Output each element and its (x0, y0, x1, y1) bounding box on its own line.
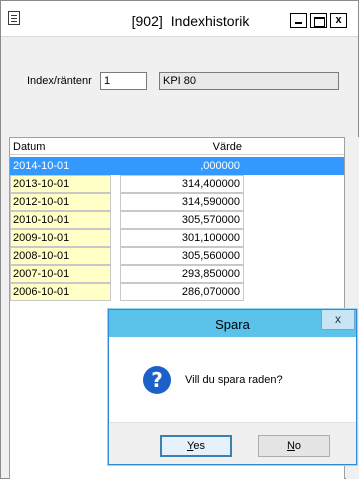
value-cell[interactable]: 286,070000 (120, 283, 244, 301)
date-cell[interactable]: 2007-10-01 (10, 265, 111, 283)
yes-label: es (193, 440, 205, 452)
no-button[interactable]: No (258, 435, 330, 457)
window-code: [902] (131, 13, 163, 29)
date-cell[interactable]: 2013-10-01 (10, 175, 111, 193)
table-row[interactable]: 2006-10-01 286,070000 (10, 283, 344, 301)
date-cell[interactable]: 2008-10-01 (10, 247, 111, 265)
value-cell[interactable]: 305,570000 (120, 211, 244, 229)
value-cell[interactable]: 314,400000 (120, 175, 244, 193)
index-number-input[interactable] (100, 72, 147, 90)
index-name-field: KPI 80 (159, 72, 339, 90)
yes-button[interactable]: Yes (160, 435, 232, 457)
window-title-text: Indexhistorik (170, 13, 250, 29)
table-row[interactable]: 2007-10-01 293,850000 (10, 265, 344, 283)
value-cell[interactable]: 301,100000 (120, 229, 244, 247)
maximize-button[interactable] (310, 13, 327, 28)
dialog-footer: Yes No (109, 422, 356, 464)
dialog-title: Spara (215, 317, 250, 332)
date-cell[interactable]: 2014-10-01 (10, 157, 111, 175)
date-cell[interactable]: 2012-10-01 (10, 193, 111, 211)
save-dialog: Spara x ? Vill du spara raden? Yes No (108, 309, 357, 465)
value-cell[interactable]: 305,560000 (120, 247, 244, 265)
date-cell[interactable]: 2006-10-01 (10, 283, 111, 301)
value-cell[interactable]: 314,590000 (120, 193, 244, 211)
grid-header: Datum Värde (10, 138, 344, 155)
title-bar[interactable]: [902] Indexhistorik x (1, 1, 358, 37)
table-row[interactable]: 2014-10-01 ,000000 (10, 157, 344, 175)
minimize-button[interactable] (290, 13, 307, 28)
question-icon: ? (143, 366, 171, 394)
table-row[interactable]: 2009-10-01 301,100000 (10, 229, 344, 247)
dialog-title-bar[interactable]: Spara (109, 310, 356, 337)
index-label: Index/räntenr (27, 75, 92, 87)
date-cell[interactable]: 2009-10-01 (10, 229, 111, 247)
no-label: o (294, 440, 302, 452)
value-cell[interactable]: 293,850000 (120, 265, 244, 283)
value-cell[interactable]: ,000000 (120, 157, 244, 175)
table-row[interactable]: 2012-10-01 314,590000 (10, 193, 344, 211)
table-row[interactable]: 2010-10-01 305,570000 (10, 211, 344, 229)
dialog-close-button[interactable]: x (321, 310, 355, 330)
column-header-datum[interactable]: Datum (13, 141, 45, 153)
table-row[interactable]: 2013-10-01 314,400000 (10, 175, 344, 193)
table-row[interactable]: 2008-10-01 305,560000 (10, 247, 344, 265)
column-header-varde[interactable]: Värde (126, 141, 244, 153)
no-mnemonic: N (286, 440, 295, 452)
date-cell[interactable]: 2010-10-01 (10, 211, 111, 229)
dialog-message: Vill du spara raden? (185, 374, 283, 386)
close-button[interactable]: x (330, 13, 347, 28)
